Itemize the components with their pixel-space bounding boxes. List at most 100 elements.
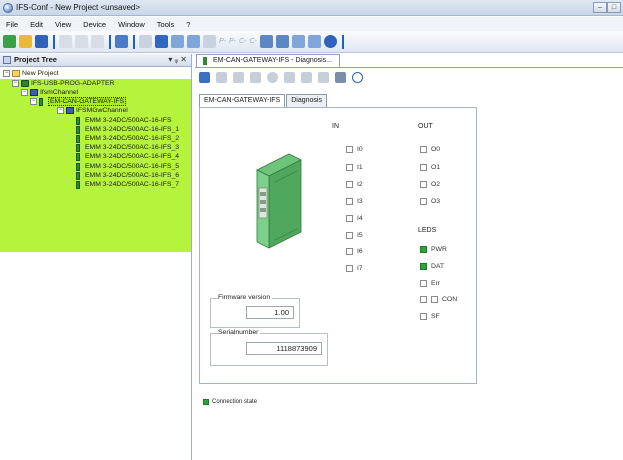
monitor-icon[interactable] bbox=[199, 71, 210, 83]
network-icon[interactable] bbox=[275, 35, 289, 48]
input-checkbox bbox=[346, 181, 353, 188]
tab-device[interactable]: EM-CAN-GATEWAY-IFS bbox=[199, 94, 286, 108]
gear-icon[interactable] bbox=[267, 71, 278, 83]
device-view-icon[interactable] bbox=[115, 35, 128, 48]
module-icon bbox=[76, 162, 80, 171]
toolbar-p2[interactable]: P- bbox=[229, 38, 236, 45]
settings-icon[interactable] bbox=[307, 35, 321, 48]
module-icon bbox=[76, 152, 80, 161]
input-label: I0 bbox=[357, 146, 363, 153]
copy-icon[interactable] bbox=[75, 35, 88, 48]
output-label: O3 bbox=[431, 198, 441, 205]
search-icon[interactable] bbox=[291, 35, 305, 48]
input-i5: I5 bbox=[346, 232, 363, 239]
module-icon bbox=[203, 57, 207, 65]
led-label: CON bbox=[442, 296, 458, 303]
module-icon bbox=[76, 143, 80, 152]
tab-diagnosis[interactable]: Diagnosis bbox=[286, 94, 327, 107]
forward-icon[interactable] bbox=[284, 71, 295, 83]
tree-item-module[interactable]: EMM 3-24DC/500AC-16-IFS_7 bbox=[76, 180, 179, 189]
window-controls: – □ bbox=[593, 2, 621, 13]
tree-item-project[interactable]: − New Project bbox=[3, 69, 59, 78]
upload-icon[interactable] bbox=[171, 35, 184, 48]
menu-edit[interactable]: Edit bbox=[24, 20, 49, 29]
input-label: I3 bbox=[357, 198, 363, 205]
maximize-button[interactable]: □ bbox=[607, 2, 621, 13]
paste-icon[interactable] bbox=[91, 35, 104, 48]
collapse-icon[interactable]: − bbox=[30, 98, 37, 105]
forward-icon[interactable] bbox=[233, 71, 244, 83]
open-folder-icon[interactable] bbox=[19, 35, 32, 48]
tree-item-label: EMM 3-24DC/500AC-16-IFS_5 bbox=[85, 163, 180, 170]
tree-item-adapter[interactable]: − IFS-USB-PROG-ADAPTER bbox=[12, 79, 114, 88]
tree-item-ifsm-channel[interactable]: − IfsmChannel bbox=[21, 88, 78, 97]
menu-tools[interactable]: Tools bbox=[151, 20, 181, 29]
minimize-button[interactable]: – bbox=[593, 2, 607, 13]
led-indicator-off bbox=[420, 313, 427, 320]
output-checkbox bbox=[420, 198, 427, 205]
module-icon bbox=[76, 134, 80, 143]
menu-help[interactable]: ? bbox=[180, 20, 196, 29]
collapse-icon[interactable]: − bbox=[21, 89, 28, 96]
menu-device[interactable]: Device bbox=[77, 20, 112, 29]
input-i1: I1 bbox=[346, 164, 363, 171]
tree-item-module[interactable]: EMM 3-24DC/500AC-16-IFS_1 bbox=[76, 125, 179, 134]
tree-item-module[interactable]: EMM 3-24DC/500AC-16-IFS_3 bbox=[76, 143, 179, 152]
menu-view[interactable]: View bbox=[49, 20, 77, 29]
info-icon[interactable] bbox=[352, 71, 363, 83]
toolbar-c2[interactable]: C- bbox=[249, 38, 256, 45]
input-checkbox bbox=[346, 248, 353, 255]
input-label: I5 bbox=[357, 232, 363, 239]
forward-icon[interactable] bbox=[216, 71, 227, 83]
cut-icon[interactable] bbox=[59, 35, 72, 48]
wrench-icon[interactable] bbox=[259, 35, 273, 48]
tree-item-label: EMM 3-24DC/500AC-16-IFS_1 bbox=[85, 126, 180, 133]
led-sf: SF bbox=[420, 313, 440, 320]
tree-item-module[interactable]: EMM 3-24DC/500AC-16-IFS bbox=[76, 116, 172, 125]
panel-controls[interactable]: ▾ ᵩ ✕ bbox=[168, 54, 187, 66]
toolbar-c1[interactable]: C- bbox=[239, 38, 246, 45]
module-icon bbox=[76, 125, 80, 134]
tree-item-module[interactable]: EMM 3-24DC/500AC-16-IFS_4 bbox=[76, 152, 179, 161]
forward-icon[interactable] bbox=[318, 71, 329, 83]
forward-icon[interactable] bbox=[250, 71, 261, 83]
menu-window[interactable]: Window bbox=[112, 20, 151, 29]
module-icon bbox=[76, 171, 80, 180]
collapse-icon[interactable]: − bbox=[3, 70, 10, 77]
download-icon[interactable] bbox=[187, 35, 200, 48]
led-label: Err bbox=[431, 280, 441, 287]
title-bar: IFS-Conf - New Project <unsaved> – □ bbox=[0, 0, 623, 16]
firmware-label: Firmware version bbox=[218, 294, 273, 301]
menu-file[interactable]: File bbox=[0, 20, 24, 29]
led-label: DAT bbox=[431, 263, 445, 270]
tree-item-module[interactable]: EMM 3-24DC/500AC-16-IFS_5 bbox=[76, 162, 179, 171]
output-label: O1 bbox=[431, 164, 441, 171]
tree-item-module[interactable]: EMM 3-24DC/500AC-16-IFS_6 bbox=[76, 171, 179, 180]
collapse-icon[interactable]: − bbox=[12, 80, 19, 87]
input-label: I4 bbox=[357, 215, 363, 222]
new-project-icon[interactable] bbox=[3, 35, 16, 48]
stop-icon[interactable] bbox=[203, 35, 216, 48]
input-checkbox bbox=[346, 164, 353, 171]
tree-item-gw-channel[interactable]: − IFSMGwChannel bbox=[57, 106, 128, 115]
pause-icon[interactable] bbox=[155, 35, 168, 48]
serial-label: Serialnumber bbox=[218, 329, 261, 336]
toolbar-separator bbox=[51, 34, 56, 49]
info-icon[interactable] bbox=[323, 35, 337, 48]
play-icon[interactable] bbox=[139, 35, 152, 48]
app-icon bbox=[3, 3, 13, 13]
tree-item-module[interactable]: EMM 3-24DC/500AC-16-IFS_2 bbox=[76, 134, 179, 143]
toolbar-p1[interactable]: P- bbox=[219, 38, 226, 45]
collapse-icon[interactable]: − bbox=[57, 107, 64, 114]
led-label: SF bbox=[431, 313, 440, 320]
led-err: Err bbox=[420, 280, 440, 287]
leds-heading: LEDS bbox=[418, 227, 437, 234]
adapter-icon bbox=[21, 80, 29, 87]
forward-icon[interactable] bbox=[301, 71, 312, 83]
save-icon[interactable] bbox=[35, 35, 48, 48]
toolbar-separator bbox=[131, 34, 136, 49]
network-icon[interactable] bbox=[335, 71, 346, 83]
module-icon bbox=[76, 180, 80, 189]
tree-item-gateway[interactable]: − EM-CAN-GATEWAY-IFS bbox=[30, 97, 127, 106]
document-tab[interactable]: EM-CAN-GATEWAY-IFS - Diagnosis... bbox=[196, 54, 340, 67]
